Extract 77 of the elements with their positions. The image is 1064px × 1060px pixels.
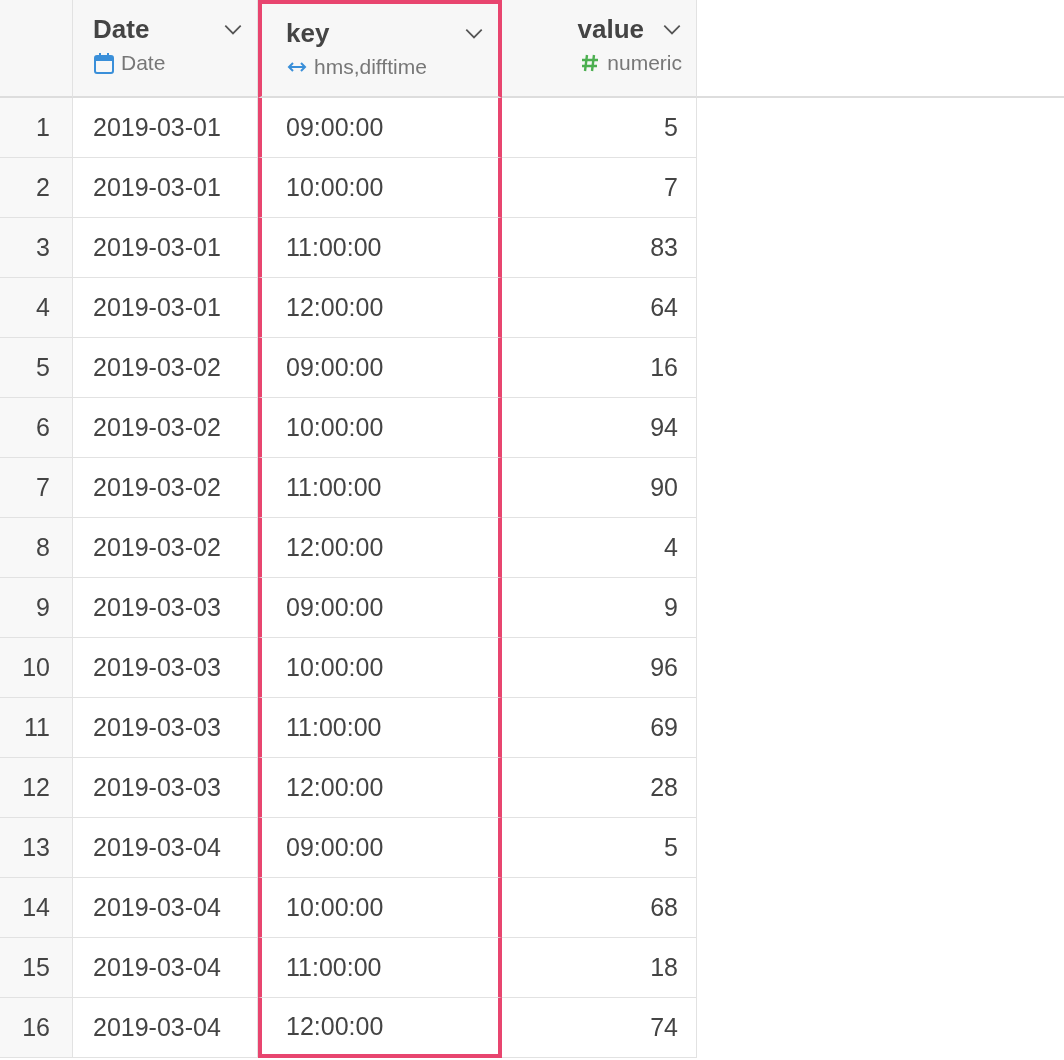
table-cell: 12:00:00: [258, 278, 502, 338]
table-cell: 74: [502, 998, 697, 1058]
table-cell: 12:00:00: [258, 758, 502, 818]
chevron-down-icon[interactable]: [464, 27, 484, 40]
row-number: 11: [0, 698, 73, 758]
row-number: 10: [0, 638, 73, 698]
column-type: hms,difftime: [314, 55, 427, 79]
row-number: 13: [0, 818, 73, 878]
column-type: numeric: [607, 51, 682, 75]
table-cell: 4: [502, 518, 697, 578]
column-name: Date: [93, 14, 150, 45]
table-cell: 83: [502, 218, 697, 278]
row-number: 14: [0, 878, 73, 938]
table-cell: 64: [502, 278, 697, 338]
table-cell: 2019-03-01: [73, 218, 258, 278]
table-cell: 5: [502, 98, 697, 158]
table-cell: 94: [502, 398, 697, 458]
table-cell: 10:00:00: [258, 398, 502, 458]
table-cell: 11:00:00: [258, 218, 502, 278]
table-cell: 09:00:00: [258, 338, 502, 398]
column-header[interactable]: key hms,difftime: [258, 0, 502, 98]
table-cell: 2019-03-02: [73, 398, 258, 458]
table-cell: 2019-03-02: [73, 458, 258, 518]
calendar-icon: [93, 52, 115, 74]
table-cell: 96: [502, 638, 697, 698]
table-cell: 09:00:00: [258, 578, 502, 638]
table-cell: 9: [502, 578, 697, 638]
table-cell: 11:00:00: [258, 698, 502, 758]
row-number: 7: [0, 458, 73, 518]
table-cell: 12:00:00: [258, 518, 502, 578]
table-cell: 2019-03-01: [73, 158, 258, 218]
chevron-down-icon[interactable]: [662, 23, 682, 36]
table-cell: 2019-03-04: [73, 818, 258, 878]
column-header[interactable]: value numeric: [502, 0, 697, 98]
table-cell: 10:00:00: [258, 878, 502, 938]
row-number: 2: [0, 158, 73, 218]
table-cell: 2019-03-03: [73, 638, 258, 698]
table-cell: 2019-03-02: [73, 518, 258, 578]
table-cell: 90: [502, 458, 697, 518]
column-header[interactable]: Date Date: [73, 0, 258, 98]
row-number: 1: [0, 98, 73, 158]
row-number: 15: [0, 938, 73, 998]
table-cell: 09:00:00: [258, 98, 502, 158]
table-cell: 18: [502, 938, 697, 998]
column-name: key: [286, 18, 330, 49]
row-number: 6: [0, 398, 73, 458]
table-cell: 11:00:00: [258, 458, 502, 518]
table-cell: 10:00:00: [258, 638, 502, 698]
table-cell: 16: [502, 338, 697, 398]
table-cell: 2019-03-04: [73, 998, 258, 1058]
table-cell: 2019-03-03: [73, 578, 258, 638]
table-cell: 68: [502, 878, 697, 938]
chevron-down-icon[interactable]: [223, 23, 243, 36]
row-number: 8: [0, 518, 73, 578]
row-number: 9: [0, 578, 73, 638]
table-cell: 2019-03-01: [73, 98, 258, 158]
table-cell: 5: [502, 818, 697, 878]
table-cell: 2019-03-03: [73, 758, 258, 818]
table-cell: 2019-03-04: [73, 878, 258, 938]
column-type: Date: [121, 51, 166, 75]
table-cell: 2019-03-03: [73, 698, 258, 758]
row-number: 3: [0, 218, 73, 278]
column-name: value: [577, 14, 644, 45]
table-cell: 10:00:00: [258, 158, 502, 218]
row-number: 4: [0, 278, 73, 338]
table-cell: 2019-03-01: [73, 278, 258, 338]
table-cell: 7: [502, 158, 697, 218]
table-cell: 69: [502, 698, 697, 758]
table-cell: 09:00:00: [258, 818, 502, 878]
table-cell: 2019-03-04: [73, 938, 258, 998]
table-cell: 12:00:00: [258, 998, 502, 1058]
table-cell: 11:00:00: [258, 938, 502, 998]
table-cell: 2019-03-02: [73, 338, 258, 398]
row-number: 5: [0, 338, 73, 398]
row-number: 16: [0, 998, 73, 1058]
table-cell: 28: [502, 758, 697, 818]
row-number: 12: [0, 758, 73, 818]
